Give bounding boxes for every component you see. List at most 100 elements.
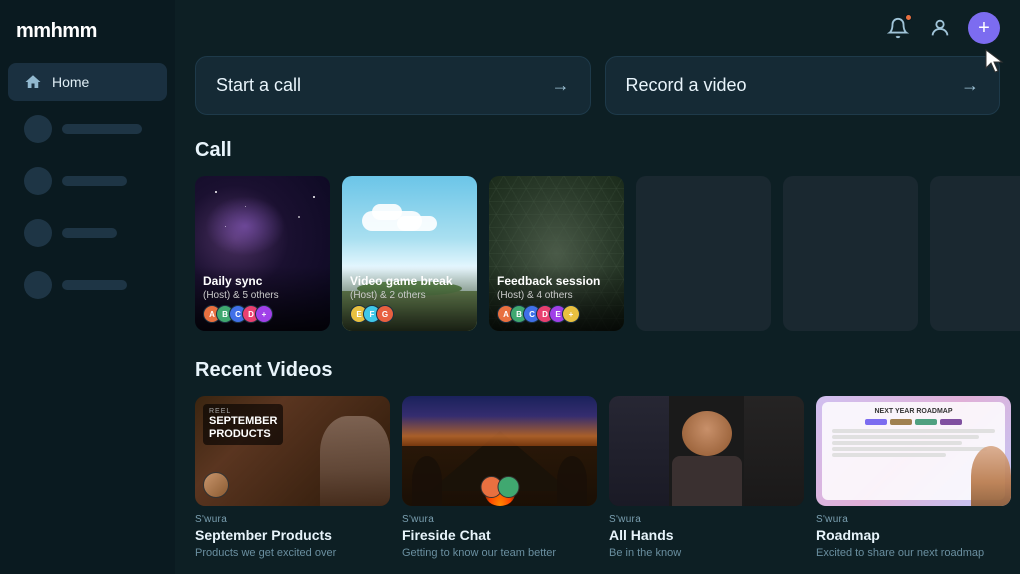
- header: +: [195, 0, 1000, 56]
- roadmap-title-bar: NEXT YEAR ROADMAP: [828, 408, 999, 415]
- sep-avatar: [203, 472, 229, 498]
- sidebar-skeleton-4: [8, 261, 167, 309]
- sidebar: mmhmm Home: [0, 0, 175, 574]
- fireside-title: Fireside Chat: [402, 527, 597, 543]
- video-card-allhands[interactable]: S'wura All Hands Be in the know: [609, 396, 804, 560]
- skeleton-bar-4: [62, 280, 127, 290]
- cloud-2: [372, 204, 402, 220]
- video-card-fireside[interactable]: S'wura Fireside Chat Getting to know our…: [402, 396, 597, 560]
- head: [682, 411, 732, 456]
- record-video-card[interactable]: Record a video →: [605, 56, 1001, 115]
- call-card-empty-3: [930, 176, 1020, 331]
- video-cards-row: REEL SEPTEMBERPRODUCTS S'wura September …: [195, 396, 1000, 560]
- roadmap-thumbnail: NEXT YEAR ROADMAP: [816, 396, 1011, 506]
- fireside-meta: S'wura: [402, 514, 597, 525]
- fireside-avatars: [480, 476, 519, 498]
- roadmap-lines: [828, 429, 999, 457]
- star-5: [298, 216, 300, 218]
- star-3: [313, 196, 315, 198]
- sidebar-skeleton-1: [8, 105, 167, 153]
- main-content: + Start a call → Record a video → Call: [175, 0, 1020, 574]
- feedback-subtitle: (Host) & 4 others: [497, 290, 616, 301]
- app-logo: mmhmm: [16, 20, 97, 42]
- sidebar-home-label: Home: [52, 74, 89, 90]
- roadmap-line-5: [832, 453, 946, 457]
- call-card-feedback[interactable]: Feedback session (Host) & 4 others A B C…: [489, 176, 624, 331]
- action-cards: Start a call → Record a video →: [195, 56, 1000, 115]
- video-card-roadmap[interactable]: NEXT YEAR ROADMAP: [816, 396, 1011, 560]
- skeleton-circle-1: [24, 115, 52, 143]
- roadmap-line-3: [832, 441, 962, 445]
- feedback-avatars: A B C D E +: [497, 305, 616, 323]
- roadmap-title: Roadmap: [816, 527, 1011, 543]
- fireside-thumbnail: [402, 396, 597, 506]
- allhands-title: All Hands: [609, 527, 804, 543]
- call-card-empty-1: [636, 176, 771, 331]
- video-game-avatars: E F G: [350, 305, 469, 323]
- record-video-label: Record a video: [626, 75, 747, 96]
- profile-button[interactable]: [926, 14, 954, 42]
- start-call-card[interactable]: Start a call →: [195, 56, 591, 115]
- call-card-video-game[interactable]: Video game break (Host) & 2 others E F G: [342, 176, 477, 331]
- fireside-av2: [497, 476, 519, 498]
- roadmap-line-4: [832, 447, 987, 451]
- daily-sync-title: Daily sync: [203, 274, 322, 288]
- fireside-person-1: [412, 456, 442, 506]
- shelf-right: [744, 396, 804, 506]
- daily-sync-overlay: Daily sync (Host) & 5 others A B C D +: [195, 266, 330, 331]
- fireside-sky: [402, 396, 597, 446]
- prog-2: [890, 419, 912, 425]
- daily-sync-avatars: A B C D +: [203, 305, 322, 323]
- recent-videos-title: Recent Videos: [195, 359, 1000, 382]
- add-button[interactable]: +: [968, 12, 1000, 44]
- record-video-arrow: →: [961, 75, 979, 96]
- roadmap-progress-row: [828, 419, 999, 425]
- video-game-title: Video game break: [350, 274, 469, 288]
- call-card-daily-sync[interactable]: Daily sync (Host) & 5 others A B C D +: [195, 176, 330, 331]
- sep-main-text: SEPTEMBERPRODUCTS: [209, 415, 277, 441]
- start-call-arrow: →: [552, 75, 570, 96]
- start-call-label: Start a call: [216, 75, 301, 96]
- fireside-person-2: [557, 456, 587, 506]
- skeleton-bar-2: [62, 176, 127, 186]
- roadmap-meta: S'wura: [816, 514, 1011, 525]
- roadmap-person: [971, 446, 1011, 506]
- roadmap-line-2: [832, 435, 979, 439]
- cloud-3: [397, 216, 437, 231]
- roadmap-desc: Excited to share our next roadmap: [816, 546, 1011, 560]
- avatar-14: +: [562, 305, 580, 323]
- allhands-thumbnail: [609, 396, 804, 506]
- feedback-overlay: Feedback session (Host) & 4 others A B C…: [489, 266, 624, 331]
- sidebar-skeleton-3: [8, 209, 167, 257]
- prog-4: [940, 419, 962, 425]
- september-thumbnail: REEL SEPTEMBERPRODUCTS: [195, 396, 390, 506]
- call-card-empty-2: [783, 176, 918, 331]
- torso: [672, 456, 742, 506]
- nebula: [205, 196, 285, 256]
- skeleton-bar-3: [62, 228, 117, 238]
- sep-desc: Products we get excited over: [195, 546, 390, 560]
- sidebar-header: mmhmm: [0, 12, 175, 63]
- shelf-left: [609, 396, 669, 506]
- feedback-title: Feedback session: [497, 274, 616, 288]
- sep-label-box: REEL SEPTEMBERPRODUCTS: [203, 404, 283, 445]
- add-button-wrapper: +: [968, 12, 1000, 44]
- sep-person: [320, 416, 390, 506]
- skeleton-bar-1: [62, 124, 142, 134]
- prog-3: [915, 419, 937, 425]
- roadmap-line-1: [832, 429, 995, 433]
- allhands-meta: S'wura: [609, 514, 804, 525]
- home-icon: [24, 73, 42, 91]
- avatar-5: +: [255, 305, 273, 323]
- video-card-september[interactable]: REEL SEPTEMBERPRODUCTS S'wura September …: [195, 396, 390, 560]
- daily-sync-subtitle: (Host) & 5 others: [203, 290, 322, 301]
- notifications-button[interactable]: [884, 14, 912, 42]
- user-icon: [929, 17, 951, 39]
- sep-reel-text: REEL: [209, 408, 277, 415]
- sidebar-item-home[interactable]: Home: [8, 63, 167, 101]
- sep-meta: S'wura: [195, 514, 390, 525]
- sep-title: September Products: [195, 527, 390, 543]
- star-1: [215, 191, 217, 193]
- sidebar-skeleton-2: [8, 157, 167, 205]
- call-cards-row: Daily sync (Host) & 5 others A B C D +: [195, 176, 1000, 331]
